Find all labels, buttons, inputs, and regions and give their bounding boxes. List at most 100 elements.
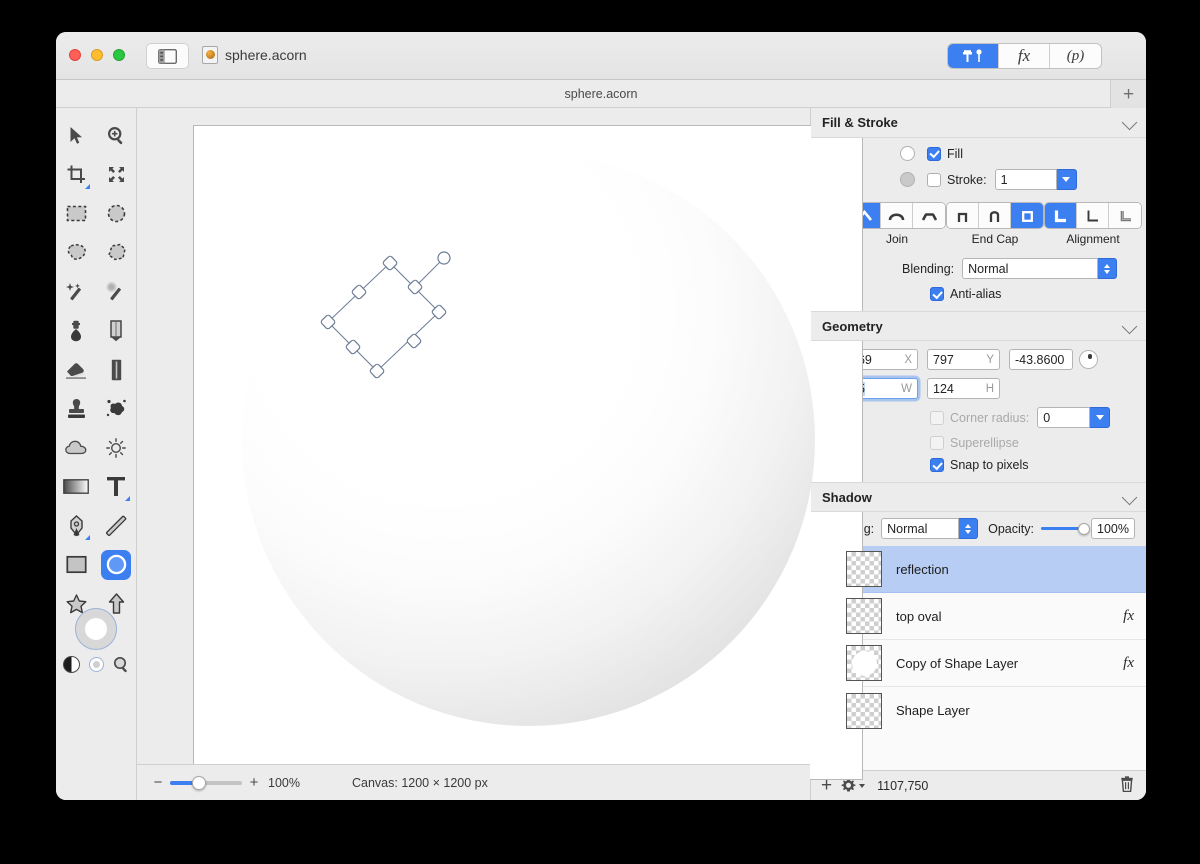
zoom-in-button[interactable]: + xyxy=(247,774,261,791)
shadow-panel-header[interactable]: Shadow xyxy=(811,482,1146,512)
geometry-y-field[interactable]: 797 Y xyxy=(927,349,1000,370)
tool-bezier-pen[interactable] xyxy=(56,506,96,545)
alignment-outside-button[interactable] xyxy=(1109,203,1141,228)
tool-text[interactable] xyxy=(96,467,136,506)
end-cap-square-button[interactable] xyxy=(1011,203,1043,228)
geometry-panel-header[interactable]: Geometry xyxy=(811,311,1146,341)
zoom-slider[interactable] xyxy=(170,775,242,790)
blending-value[interactable]: Normal xyxy=(962,258,1099,279)
tool-arrow-select[interactable] xyxy=(56,116,96,155)
document-canvas[interactable] xyxy=(193,125,863,780)
layer-row[interactable]: top oval fx xyxy=(811,593,1146,640)
add-tab-button[interactable]: + xyxy=(1110,80,1146,108)
shadow-opacity-value[interactable]: 100% xyxy=(1091,518,1135,539)
layer-row[interactable]: reflection xyxy=(811,546,1146,593)
tool-lasso[interactable] xyxy=(56,233,96,272)
zoom-window-button[interactable] xyxy=(113,49,125,61)
layer-row[interactable]: Copy of Shape Layer fx xyxy=(811,640,1146,687)
snap-to-pixels-checkbox[interactable] xyxy=(930,458,944,472)
corner-radius-checkbox[interactable] xyxy=(930,410,944,425)
layer-fx-badge[interactable]: fx xyxy=(1123,608,1134,625)
shadow-blending-popup-arrows[interactable] xyxy=(959,518,979,539)
geometry-h-field[interactable]: 124 H xyxy=(927,378,1000,399)
end-cap-butt-button[interactable] xyxy=(947,203,979,228)
document-tab[interactable]: sphere.acorn xyxy=(56,80,1146,108)
corner-radius-dropdown-button[interactable] xyxy=(1090,407,1111,428)
tool-gradient[interactable] xyxy=(56,467,96,506)
delete-layer-button[interactable] xyxy=(1120,776,1134,795)
alignment-inside-button[interactable] xyxy=(1077,203,1109,228)
shadow-blending-value[interactable]: Normal xyxy=(881,518,960,539)
tool-zoom[interactable] xyxy=(96,116,136,155)
tool-ellipse-select[interactable] xyxy=(96,194,136,233)
swap-colors-icon[interactable] xyxy=(62,656,80,673)
geometry-rotation-field[interactable]: -43.8600 xyxy=(1009,349,1073,370)
chevron-down-icon[interactable] xyxy=(1121,114,1138,131)
corner-radius-control[interactable]: 0 xyxy=(1037,407,1111,428)
tool-soft-magic-wand[interactable] xyxy=(96,272,136,311)
stroke-width-dropdown-button[interactable] xyxy=(1056,169,1077,190)
join-round-button[interactable] xyxy=(881,203,913,228)
anti-alias-checkbox[interactable] xyxy=(930,287,944,301)
shadow-opacity-slider-knob[interactable] xyxy=(1078,522,1091,535)
tool-crop[interactable] xyxy=(56,155,96,194)
end-cap-button-group[interactable] xyxy=(946,202,1044,229)
tool-smudge[interactable] xyxy=(96,350,136,389)
stroke-checkbox[interactable] xyxy=(927,172,941,187)
layer-fx-badge[interactable]: fx xyxy=(1123,655,1134,672)
tool-cloud[interactable] xyxy=(56,428,96,467)
foreground-background-color-swatch[interactable] xyxy=(75,608,117,650)
sidebar-toggle-button[interactable] xyxy=(146,43,189,69)
alignment-center-button[interactable] xyxy=(1045,203,1077,228)
layer-settings-button[interactable] xyxy=(841,778,866,793)
layer-row[interactable]: Shape Layer xyxy=(811,687,1146,734)
minimize-window-button[interactable] xyxy=(91,49,103,61)
fill-color-swatch[interactable] xyxy=(900,146,915,161)
zoom-slider-knob[interactable] xyxy=(191,775,206,790)
document-proxy-icon-chip[interactable]: sphere.acorn xyxy=(202,46,307,64)
rotation-handle[interactable] xyxy=(437,251,451,265)
fill-stroke-panel-header[interactable]: Fill & Stroke xyxy=(811,108,1146,138)
tool-stamp[interactable] xyxy=(56,389,96,428)
stroke-width-control[interactable]: 1 xyxy=(994,169,1077,190)
tool-move-transform[interactable] xyxy=(96,155,136,194)
tool-dodge-burn[interactable] xyxy=(96,428,136,467)
chevron-down-icon[interactable] xyxy=(1121,489,1138,506)
tool-brush[interactable] xyxy=(56,311,96,350)
toolbar-segmented-control[interactable]: fx (p) xyxy=(947,43,1102,69)
end-cap-round-button[interactable] xyxy=(979,203,1011,228)
rotation-dial-icon[interactable] xyxy=(1079,350,1098,369)
fill-checkbox[interactable] xyxy=(927,146,941,161)
tool-rectangle-select[interactable] xyxy=(56,194,96,233)
tool-pencil[interactable] xyxy=(96,311,136,350)
snap-to-pixels-row: Snap to pixels xyxy=(822,458,1135,472)
tool-rectangle-shape[interactable] xyxy=(56,545,96,584)
zoom-out-button[interactable]: − xyxy=(151,774,165,791)
default-colors-icon[interactable] xyxy=(88,657,104,672)
blending-popup-arrows[interactable] xyxy=(1098,258,1118,279)
chevron-down-icon[interactable] xyxy=(1121,318,1138,335)
color-picker-magnifier-icon[interactable] xyxy=(113,656,130,673)
corner-radius-field[interactable]: 0 xyxy=(1037,407,1091,428)
geometry-position-row: 369 X 797 Y -43.8600 xyxy=(822,349,1135,370)
close-window-button[interactable] xyxy=(69,49,81,61)
join-bevel-button[interactable] xyxy=(913,203,945,228)
toolbar-palette-button[interactable]: (p) xyxy=(1050,44,1101,68)
tool-line[interactable] xyxy=(96,506,136,545)
stroke-color-swatch[interactable] xyxy=(900,172,915,187)
blending-select[interactable]: Normal xyxy=(962,258,1118,279)
tool-polygon-lasso[interactable] xyxy=(96,233,136,272)
anti-alias-label: Anti-alias xyxy=(950,287,1002,301)
shadow-blending-select[interactable]: Normal xyxy=(881,518,979,539)
toolbar-tools-button[interactable] xyxy=(948,44,999,68)
handle-bottom-middle[interactable] xyxy=(406,333,422,349)
toolbar-filters-button[interactable]: fx xyxy=(999,44,1050,68)
tool-ellipse-shape[interactable] xyxy=(96,545,136,584)
tool-eraser[interactable] xyxy=(56,350,96,389)
tool-splatter[interactable] xyxy=(96,389,136,428)
superellipse-checkbox[interactable] xyxy=(930,436,944,450)
alignment-button-group[interactable] xyxy=(1044,202,1142,229)
tool-magic-wand[interactable] xyxy=(56,272,96,311)
shadow-opacity-slider[interactable] xyxy=(1040,522,1091,535)
stroke-width-field[interactable]: 1 xyxy=(994,169,1057,190)
